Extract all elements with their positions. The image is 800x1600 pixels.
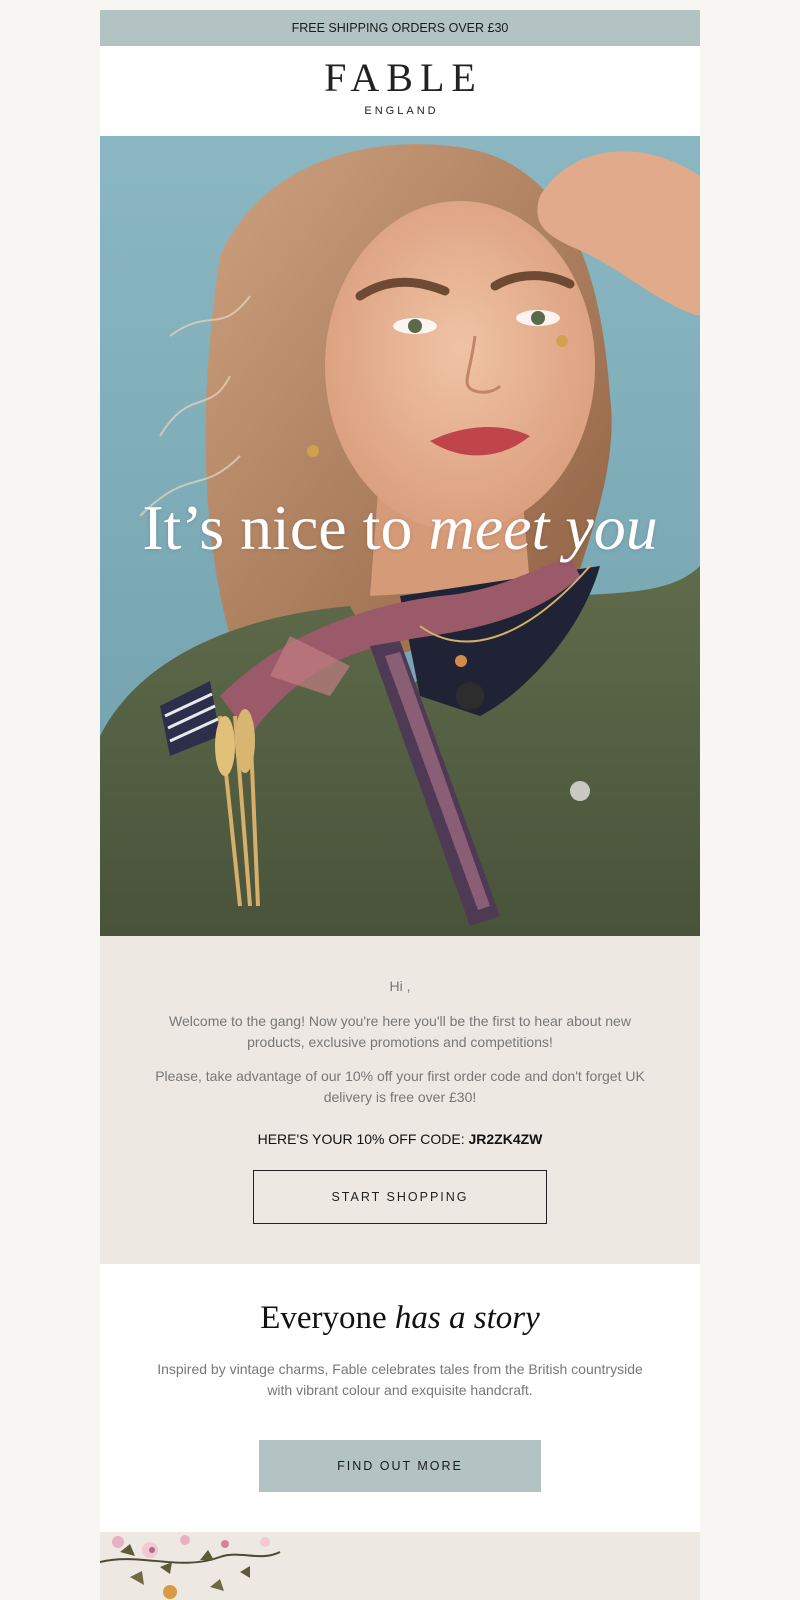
free-shipping-text: FREE SHIPPING ORDERS OVER £30 — [291, 21, 509, 35]
discount-code-value[interactable]: JR2ZK4ZW — [469, 1131, 543, 1147]
find-out-more-button[interactable]: FIND OUT MORE — [259, 1440, 541, 1492]
story-title: Everyone has a story — [100, 1302, 700, 1335]
discount-code: HERE'S YOUR 10% OFF CODE: JR2ZK4ZW — [100, 1129, 700, 1150]
hero-title: It’s nice to meet you — [100, 496, 700, 560]
brand-logo[interactable]: FABLE — [100, 58, 700, 98]
story-title-plain: Everyone — [260, 1300, 395, 1336]
hero-title-plain: It’s nice to — [142, 492, 429, 563]
story-title-italic: has a story — [394, 1300, 540, 1336]
hero-title-italic: meet you — [428, 492, 658, 563]
hero-image[interactable]: It’s nice to meet you — [100, 136, 700, 936]
story-text: Inspired by vintage charms, Fable celebr… — [157, 1361, 643, 1398]
start-shopping-button[interactable]: START SHOPPING — [253, 1170, 547, 1224]
discount-paragraph: Please, take advantage of our 10% off yo… — [155, 1068, 645, 1105]
brand-logo-sub: ENGLAND — [364, 105, 439, 117]
header: FABLE ENGLAND — [100, 46, 700, 136]
story-section: Everyone has a story Inspired by vintage… — [100, 1264, 700, 1532]
welcome-paragraph: Welcome to the gang! Now you're here you… — [169, 1013, 631, 1050]
free-shipping-banner[interactable]: FREE SHIPPING ORDERS OVER £30 — [100, 10, 700, 46]
floral-banner[interactable] — [100, 1532, 700, 1600]
floral-illustration — [100, 1535, 281, 1599]
discount-code-label: HERE'S YOUR 10% OFF CODE: — [257, 1131, 469, 1147]
greeting: Hi , — [389, 978, 411, 994]
welcome-section: Hi , Welcome to the gang! Now you're her… — [100, 936, 700, 1264]
